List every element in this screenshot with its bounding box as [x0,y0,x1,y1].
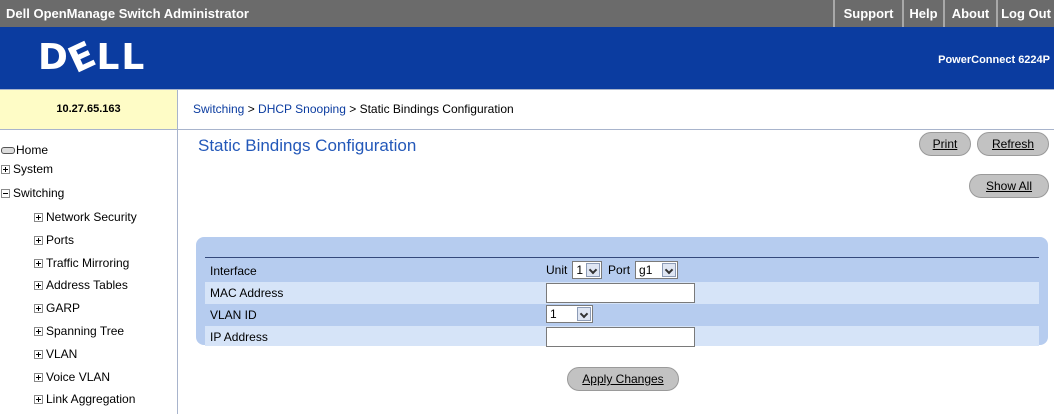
ip-address-label: IP Address [210,330,268,344]
sidebar-item-link-aggregation[interactable]: Link Aggregation [34,392,135,406]
port-label: Port [608,263,631,277]
page-title: Static Bindings Configuration [198,136,417,155]
refresh-button[interactable]: Refresh [977,132,1049,156]
sidebar-item-network-security[interactable]: Network Security [34,210,137,224]
print-button[interactable]: Print [919,132,971,156]
sidebar-item-label: Link Aggregation [46,392,136,406]
unit-value: 1 [576,263,584,277]
apply-changes-button[interactable]: Apply Changes [567,367,679,391]
sidebar-item-voice-vlan[interactable]: Voice VLAN [34,370,110,384]
chevron-down-icon [586,263,601,277]
sidebar: Home System Switching Network Security P… [0,130,178,414]
main-content: Static Bindings Configuration Print Refr… [178,130,1054,414]
sidebar-item-spanning-tree[interactable]: Spanning Tree [34,324,124,338]
sidebar-item-vlan[interactable]: VLAN [34,347,77,361]
expand-icon[interactable] [34,258,43,268]
mac-address-label: MAC Address [210,286,284,300]
sidebar-item-label: Voice VLAN [46,370,111,384]
chevron-down-icon [577,307,591,321]
mac-address-row: MAC Address [205,282,1039,304]
sidebar-item-label: Network Security [46,210,137,224]
sidebar-item-label: GARP [46,301,81,315]
port-value: g1 [639,263,653,277]
ip-address-row: IP Address [205,326,1039,347]
panel-divider [205,257,1039,258]
breadcrumb-dhcp-snooping-link[interactable]: DHCP Snooping [258,102,346,116]
expand-icon[interactable] [34,303,43,313]
expand-icon[interactable] [34,372,43,382]
sidebar-item-label: Spanning Tree [46,324,125,338]
chevron-down-icon [662,263,677,277]
sidebar-item-label: Switching [13,186,65,200]
dell-logo: DELL [38,33,147,82]
sidebar-item-label: System [13,162,54,176]
vlan-id-select[interactable]: 1 [546,305,593,323]
app-title: Dell OpenManage Switch Administrator [6,6,249,21]
expand-icon[interactable] [34,280,43,290]
home-icon [1,146,15,154]
sidebar-item-label: Home [16,143,49,157]
sidebar-item-label: VLAN [46,347,78,361]
support-link[interactable]: Support [833,0,902,27]
sidebar-item-address-tables[interactable]: Address Tables [34,278,128,292]
sidebar-item-label: Ports [46,233,75,247]
static-bindings-form: Interface Unit 1 Port g1 MAC Address VLA… [196,237,1048,347]
sidebar-item-home[interactable]: Home [1,143,48,157]
sidebar-item-traffic-mirroring[interactable]: Traffic Mirroring [34,256,129,270]
breadcrumb: Switching > DHCP Snooping > Static Bindi… [178,89,1054,130]
sidebar-item-switching[interactable]: Switching [1,186,64,200]
collapse-icon[interactable] [1,188,10,198]
show-all-button[interactable]: Show All [969,174,1049,198]
expand-icon[interactable] [34,212,43,222]
breadcrumb-separator: > [345,102,360,116]
sidebar-item-system[interactable]: System [1,162,53,176]
interface-row: Interface Unit 1 Port g1 [205,260,1039,282]
logout-link[interactable]: Log Out [996,0,1054,27]
expand-icon[interactable] [34,394,43,404]
interface-controls: Unit 1 Port g1 [546,261,679,279]
banner: DELL PowerConnect 6224P [0,27,1054,89]
expand-icon[interactable] [34,326,43,336]
expand-icon[interactable] [34,349,43,359]
breadcrumb-separator: > [244,102,259,116]
ip-address-input[interactable] [546,327,695,347]
unit-label: Unit [546,263,568,277]
expand-icon[interactable] [34,235,43,245]
sidebar-item-ports[interactable]: Ports [34,233,74,247]
expand-icon[interactable] [1,164,10,174]
mac-address-input[interactable] [546,283,695,303]
port-select[interactable]: g1 [635,261,679,279]
sidebar-item-label: Address Tables [46,278,128,292]
sidebar-item-label: Traffic Mirroring [46,256,130,270]
vlan-id-controls: 1 [546,305,593,323]
about-link[interactable]: About [943,0,996,27]
top-bar: Dell OpenManage Switch Administrator Sup… [0,0,1054,27]
vlan-id-label: VLAN ID [210,308,257,322]
help-link[interactable]: Help [902,0,943,27]
top-links: Support Help About Log Out [833,0,1054,27]
ip-address: 10.27.65.163 [0,89,178,130]
interface-label: Interface [210,264,257,278]
sidebar-item-garp[interactable]: GARP [34,301,80,315]
breadcrumb-switching-link[interactable]: Switching [193,102,244,116]
vlan-id-row: VLAN ID 1 [205,304,1039,326]
breadcrumb-current: Static Bindings Configuration [359,102,514,116]
model-name: PowerConnect 6224P [938,54,1050,66]
unit-select[interactable]: 1 [572,261,603,279]
vlan-id-value: 1 [550,307,557,321]
